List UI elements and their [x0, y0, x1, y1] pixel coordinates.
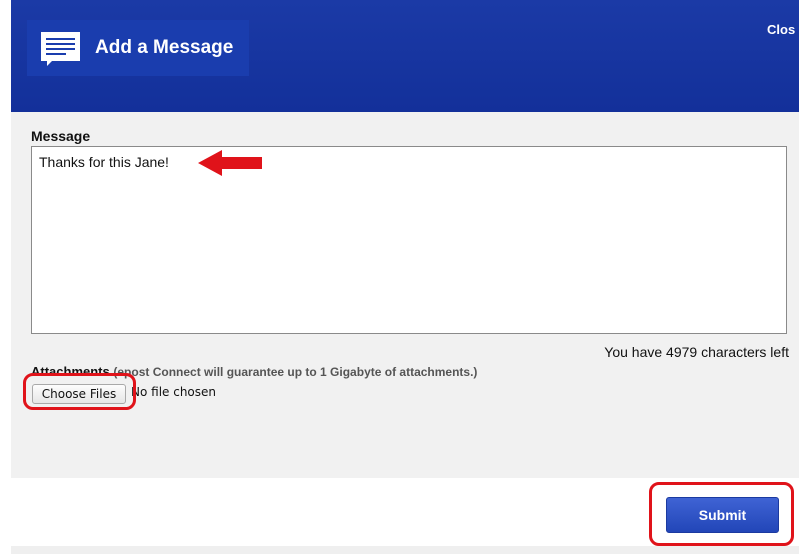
submit-highlight — [649, 482, 794, 546]
message-icon — [41, 32, 80, 66]
page-title: Add a Message — [95, 37, 234, 58]
choose-files-highlight — [23, 373, 136, 410]
red-arrow-annotation-icon — [198, 150, 262, 176]
characters-left-text: You have 4979 characters left — [604, 344, 789, 360]
footer-bar — [11, 546, 799, 554]
close-link[interactable]: Clos — [767, 22, 795, 37]
file-status-text: No file chosen — [131, 385, 217, 399]
message-textarea[interactable]: Thanks for this Jane! — [31, 146, 787, 334]
message-label: Message — [31, 128, 91, 144]
attachments-note: (epost Connect will guarantee up to 1 Gi… — [113, 365, 478, 379]
